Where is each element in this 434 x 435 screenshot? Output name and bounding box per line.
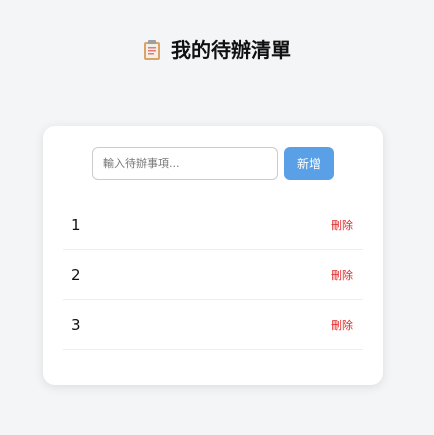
delete-button[interactable]: 刪除 (331, 217, 353, 233)
page-title: 我的待辦清單 (171, 38, 291, 62)
delete-button[interactable]: 刪除 (331, 317, 353, 333)
app-page: 我的待辦清單 新增 1 刪除 2 刪除 3 刪除 (0, 0, 434, 435)
todo-card: 新增 1 刪除 2 刪除 3 刪除 (43, 126, 383, 385)
delete-button[interactable]: 刪除 (331, 267, 353, 283)
todo-text: 3 (71, 315, 81, 334)
todo-text: 2 (71, 265, 81, 284)
list-item: 1 刪除 (63, 200, 363, 250)
todo-input[interactable] (92, 147, 278, 180)
list-item: 2 刪除 (63, 250, 363, 300)
todo-text: 1 (71, 215, 81, 234)
todo-list: 1 刪除 2 刪除 3 刪除 (63, 200, 363, 350)
add-todo-form: 新增 (92, 147, 334, 180)
add-button[interactable]: 新增 (284, 147, 334, 180)
page-header: 我的待辦清單 (0, 34, 434, 66)
clipboard-icon (143, 38, 161, 60)
list-item: 3 刪除 (63, 300, 363, 350)
